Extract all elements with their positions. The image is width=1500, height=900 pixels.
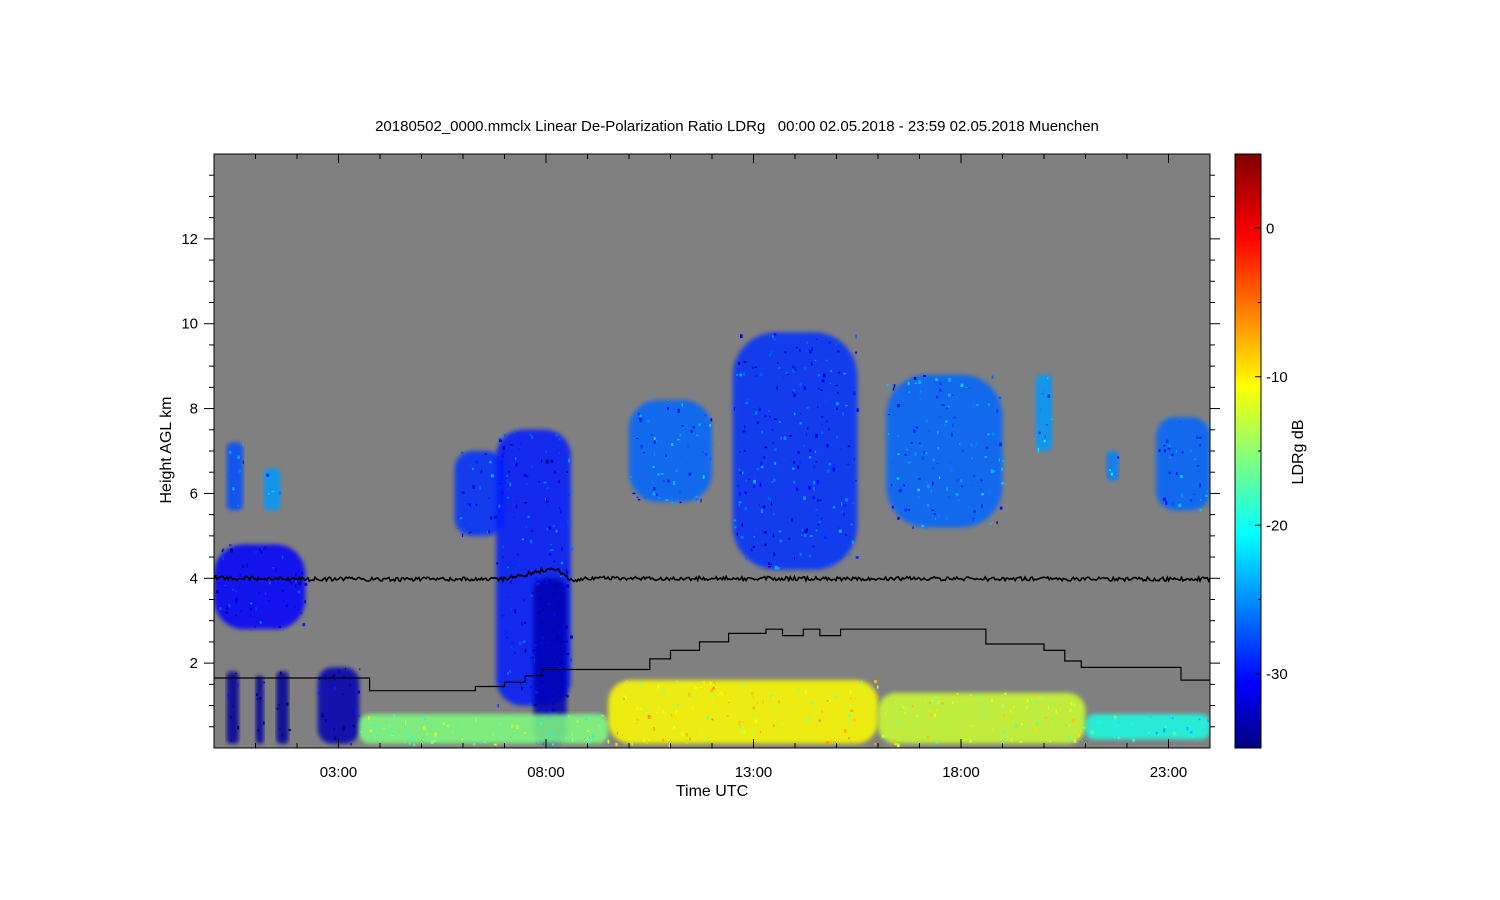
ldr-region-16 — [359, 714, 610, 746]
y-tick-label-1: 4 — [190, 570, 198, 587]
chart-title: 20180502_0000.mmclx Linear De-Polarizati… — [375, 118, 1099, 135]
ldr-region-1 — [226, 671, 240, 744]
ldr-chart: 20180502_0000.mmclx Linear De-Polarizati… — [158, 118, 1307, 800]
ldr-region-2 — [255, 675, 266, 744]
x-tick-label-0: 03:00 — [320, 764, 358, 781]
y-tick-label-5: 12 — [181, 231, 198, 248]
ldr-region-6 — [263, 467, 281, 511]
ldr-region-12 — [886, 374, 1005, 530]
y-tick-label-4: 10 — [181, 316, 198, 333]
ldr-region-10 — [629, 400, 714, 506]
ldr-region-15 — [1156, 417, 1210, 512]
ldr-region-14 — [1106, 451, 1120, 481]
colorbar-tick-label-3: -30 — [1266, 666, 1288, 683]
y-tick-label-0: 2 — [190, 655, 198, 672]
x-tick-label-2: 13:00 — [735, 764, 773, 781]
y-tick-label-3: 8 — [190, 401, 198, 418]
colorbar — [1234, 153, 1262, 749]
ldr-region-19 — [1085, 714, 1210, 742]
y-tick-label-2: 6 — [190, 485, 198, 502]
x-tick-label-1: 08:00 — [527, 764, 565, 781]
colorbar-label: LDRg dB — [1290, 420, 1307, 485]
ldr-region-5 — [226, 442, 244, 511]
x-tick-label-3: 18:00 — [942, 764, 980, 781]
ldr-region-18 — [878, 692, 1086, 748]
ldr-region-4 — [317, 667, 361, 746]
colorbar-tick-label-1: -10 — [1266, 369, 1288, 386]
x-tick-label-4: 23:00 — [1150, 764, 1188, 781]
ldr-region-0 — [214, 544, 308, 630]
x-axis-label: Time UTC — [676, 783, 748, 800]
ldr-region-13 — [1035, 374, 1054, 452]
y-axis-label: Height AGL km — [158, 396, 175, 503]
colorbar-tick-label-2: -20 — [1266, 517, 1288, 534]
ldr-region-11 — [732, 332, 859, 570]
ldr-region-17 — [608, 680, 879, 748]
colorbar-tick-label-0: 0 — [1266, 220, 1274, 237]
